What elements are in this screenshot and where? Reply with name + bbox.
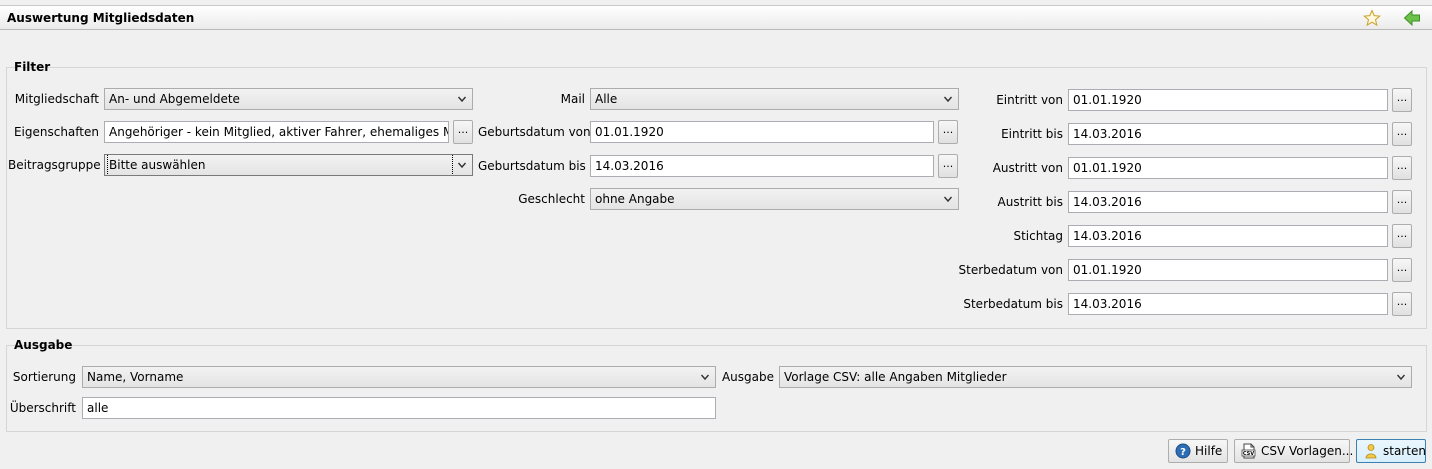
sterbedatum-bis-picker-button[interactable]: ...	[1392, 292, 1412, 316]
beitragsgruppe-value: Bitte auswählen	[107, 155, 453, 175]
austritt-bis-label: Austritt bis	[997, 195, 1063, 209]
sterbedatum-von-field[interactable]: 01.01.1920	[1068, 259, 1388, 281]
sterbedatum-bis-field[interactable]: 14.03.2016	[1068, 293, 1388, 315]
beitragsgruppe-select[interactable]: Bitte auswählen	[104, 154, 473, 176]
stichtag-picker-button[interactable]: ...	[1392, 224, 1412, 248]
star-icon[interactable]	[1363, 9, 1381, 27]
ausgabe-value: Vorlage CSV: alle Angaben Mitglieder	[784, 370, 1007, 384]
eintritt-bis-field[interactable]: 14.03.2016	[1068, 123, 1388, 145]
eintritt-von-field[interactable]: 01.01.1920	[1068, 89, 1388, 111]
stichtag-field[interactable]: 14.03.2016	[1068, 225, 1388, 247]
stichtag-label: Stichtag	[1013, 229, 1063, 243]
start-button-label: starten	[1383, 444, 1426, 458]
window-titlebar: Auswertung Mitgliedsdaten	[0, 5, 1432, 30]
sortierung-value: Name, Vorname	[87, 370, 184, 384]
geburtsdatum-von-label: Geburtsdatum von	[478, 125, 591, 139]
csv-vorlagen-button-label: CSV Vorlagen...	[1261, 444, 1354, 458]
chevron-down-icon	[457, 162, 467, 169]
eigenschaften-field[interactable]: Angehöriger - kein Mitglied, aktiver Fah…	[104, 121, 449, 143]
chevron-down-icon	[1396, 374, 1406, 381]
austritt-bis-field[interactable]: 14.03.2016	[1068, 191, 1388, 213]
mitgliedschaft-label: Mitgliedschaft	[14, 92, 99, 106]
eigenschaften-label: Eigenschaften	[13, 125, 99, 139]
chevron-down-icon	[457, 96, 467, 103]
sterbedatum-von-picker-button[interactable]: ...	[1392, 258, 1412, 282]
mail-select[interactable]: Alle	[590, 88, 959, 110]
help-button-label: Hilfe	[1195, 444, 1223, 458]
ueberschrift-label: Überschrift	[9, 401, 76, 415]
geschlecht-select[interactable]: ohne Angabe	[590, 188, 959, 210]
mail-label: Mail	[560, 92, 585, 106]
sortierung-select[interactable]: Name, Vorname	[82, 366, 716, 388]
filter-group-title: Filter	[14, 60, 51, 74]
window-title: Auswertung Mitgliedsdaten	[7, 11, 195, 25]
geschlecht-value: ohne Angabe	[595, 192, 675, 206]
svg-text:?: ?	[1180, 447, 1186, 458]
austritt-von-picker-button[interactable]: ...	[1392, 156, 1412, 180]
austritt-von-label: Austritt von	[992, 161, 1063, 175]
geburtsdatum-bis-field[interactable]: 14.03.2016	[590, 155, 934, 177]
mitgliedschaft-value: An- und Abgemeldete	[109, 92, 240, 106]
sortierung-label: Sortierung	[12, 370, 76, 384]
mail-value: Alle	[595, 92, 618, 106]
help-button[interactable]: ? Hilfe	[1168, 439, 1228, 463]
ausgabe-label: Ausgabe	[721, 370, 774, 384]
austritt-bis-picker-button[interactable]: ...	[1392, 190, 1412, 214]
eintritt-bis-picker-button[interactable]: ...	[1392, 122, 1412, 146]
sterbedatum-von-label: Sterbedatum von	[958, 263, 1063, 277]
geburtsdatum-bis-label: Geburtsdatum bis	[478, 159, 586, 173]
mitgliedschaft-select[interactable]: An- und Abgemeldete	[104, 88, 473, 110]
csv-file-icon: CSV	[1241, 443, 1256, 459]
chevron-down-icon	[700, 374, 710, 381]
ausgabe-group-title: Ausgabe	[14, 338, 73, 352]
back-arrow-icon[interactable]	[1403, 9, 1421, 27]
beitragsgruppe-label: Beitragsgruppe	[8, 158, 101, 172]
ausgabe-select[interactable]: Vorlage CSV: alle Angaben Mitglieder	[779, 366, 1412, 388]
geschlecht-label: Geschlecht	[518, 192, 585, 206]
eigenschaften-picker-button[interactable]: ...	[453, 120, 473, 144]
start-button[interactable]: starten	[1356, 439, 1426, 463]
sterbedatum-bis-label: Sterbedatum bis	[963, 297, 1063, 311]
svg-text:CSV: CSV	[1243, 451, 1254, 457]
eintritt-bis-label: Eintritt bis	[1001, 127, 1063, 141]
eintritt-von-label: Eintritt von	[996, 93, 1063, 107]
geburtsdatum-von-field[interactable]: 01.01.1920	[590, 121, 934, 143]
person-start-icon	[1365, 444, 1377, 459]
ueberschrift-field[interactable]: alle	[82, 397, 716, 419]
austritt-von-field[interactable]: 01.01.1920	[1068, 157, 1388, 179]
help-icon: ?	[1175, 443, 1191, 459]
eintritt-von-picker-button[interactable]: ...	[1392, 88, 1412, 112]
csv-vorlagen-button[interactable]: CSV CSV Vorlagen...	[1234, 439, 1354, 463]
